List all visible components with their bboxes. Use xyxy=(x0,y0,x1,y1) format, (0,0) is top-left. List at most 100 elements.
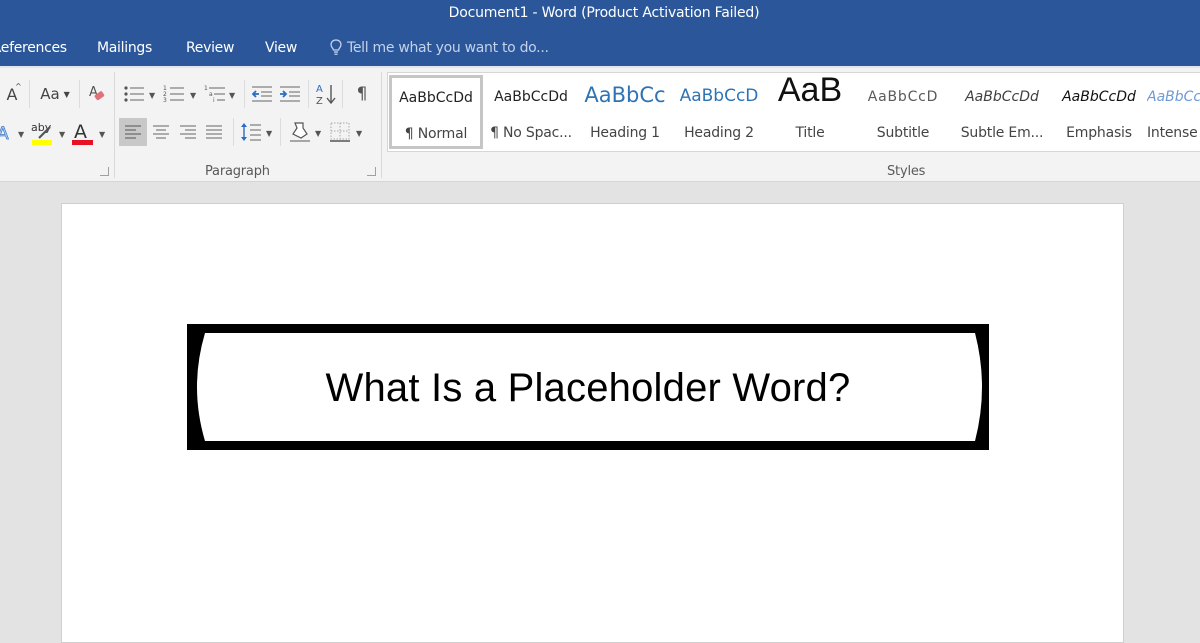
style-subtitle[interactable]: AaBbCcD Subtitle xyxy=(855,75,951,149)
style-no-spacing[interactable]: AaBbCcDd ¶ No Spac... xyxy=(485,75,577,149)
lightbulb-icon xyxy=(330,39,342,55)
chevron-down-icon[interactable]: ▼ xyxy=(229,91,235,100)
ribbon-tabs: References Mailings Review View Tell me … xyxy=(0,30,1200,66)
justify-button[interactable] xyxy=(201,118,227,146)
chevron-down-icon[interactable]: ▼ xyxy=(59,130,65,139)
style-name: Subtitle xyxy=(876,125,930,141)
divider xyxy=(233,118,234,146)
chevron-down-icon[interactable]: ▼ xyxy=(266,129,272,138)
style-name: ¶ No Spac... xyxy=(490,125,572,141)
text-effects-button[interactable]: A xyxy=(0,120,16,146)
document-workspace: What Is a Placeholder Word? xyxy=(0,183,1200,643)
divider xyxy=(244,80,245,108)
document-heading[interactable]: What Is a Placeholder Word? xyxy=(187,366,989,411)
justify-icon xyxy=(206,125,222,139)
group-separator xyxy=(114,72,115,178)
divider xyxy=(342,80,343,108)
font-color-button[interactable]: A xyxy=(70,118,96,148)
divider xyxy=(308,80,309,108)
divider xyxy=(79,80,80,108)
clear-formatting-icon: A xyxy=(89,85,105,101)
chevron-down-icon[interactable]: ▼ xyxy=(149,91,155,100)
svg-text:A: A xyxy=(0,124,9,144)
increase-indent-button[interactable] xyxy=(278,82,302,106)
group-separator xyxy=(381,72,382,178)
chevron-down-icon[interactable]: ▼ xyxy=(18,130,24,139)
style-preview: AaBbCcDd xyxy=(1062,89,1136,105)
change-case-icon: Aa xyxy=(40,85,60,103)
chevron-down-icon[interactable]: ▼ xyxy=(356,129,362,138)
paragraph-group-label: Paragraph xyxy=(205,164,270,179)
style-emphasis[interactable]: AaBbCcDd Emphasis xyxy=(1053,75,1145,149)
text-effects-icon: A xyxy=(0,124,9,144)
pilcrow-icon: ¶ xyxy=(356,84,368,104)
document-page[interactable]: What Is a Placeholder Word? xyxy=(61,203,1124,643)
show-formatting-marks-button[interactable]: ¶ xyxy=(350,82,374,106)
line-spacing-icon xyxy=(241,123,261,141)
decrease-indent-button[interactable] xyxy=(250,82,274,106)
divider xyxy=(280,118,281,146)
style-preview: AaBbCc xyxy=(584,83,666,107)
tab-view[interactable]: View xyxy=(265,40,297,56)
align-left-icon xyxy=(125,125,141,139)
style-intense-emphasis[interactable]: AaBbCcDd Intense xyxy=(1147,75,1200,149)
style-preview: AaBbCcDd xyxy=(1147,89,1200,105)
style-subtle-emphasis[interactable]: AaBbCcDd Subtle Em... xyxy=(953,75,1051,149)
style-name: Heading 2 xyxy=(684,125,754,141)
style-heading-1[interactable]: AaBbCc Heading 1 xyxy=(579,75,671,149)
style-preview: AaBbCcDd xyxy=(965,89,1039,105)
align-center-button[interactable] xyxy=(148,118,174,146)
heading-frame: What Is a Placeholder Word? xyxy=(187,324,989,450)
tell-me-placeholder: Tell me what you want to do... xyxy=(347,39,549,56)
ribbon: A ^ Aa ▼ A A ▼ aby ▼ A ▼ ▼ 123 ▼ 1ai ▼ A xyxy=(0,66,1200,182)
align-right-button[interactable] xyxy=(175,118,201,146)
style-name: Title xyxy=(795,125,825,141)
decrease-indent-icon xyxy=(251,86,272,102)
chevron-down-icon[interactable]: ▼ xyxy=(315,129,321,138)
style-preview: AaBbCcDd xyxy=(494,89,568,105)
window-title: Document1 - Word (Product Activation Fai… xyxy=(448,5,760,21)
borders-icon xyxy=(330,122,350,142)
line-spacing-button[interactable] xyxy=(239,119,263,145)
change-case-button[interactable]: Aa ▼ xyxy=(35,82,75,106)
style-preview: AaBbCcD xyxy=(679,86,759,106)
style-title[interactable]: AaB Title xyxy=(767,71,853,149)
tab-references[interactable]: References xyxy=(0,40,67,56)
increase-indent-icon xyxy=(280,86,300,102)
numbering-button[interactable]: 123 xyxy=(162,82,186,106)
multilevel-list-button[interactable]: 1ai xyxy=(203,82,227,106)
style-normal[interactable]: AaBbCcDd ¶ Normal xyxy=(389,75,483,149)
sort-button[interactable]: AZ xyxy=(314,81,338,107)
borders-button[interactable] xyxy=(327,118,353,146)
shading-button[interactable] xyxy=(287,118,313,146)
paragraph-dialog-launcher[interactable] xyxy=(367,167,376,176)
chevron-down-icon[interactable]: ▼ xyxy=(190,91,196,100)
style-name: Subtle Em... xyxy=(960,125,1044,141)
style-name: Heading 1 xyxy=(590,125,660,141)
clear-formatting-button[interactable]: A xyxy=(86,81,108,107)
tab-review[interactable]: Review xyxy=(186,40,234,56)
caret-up-icon: ^ xyxy=(15,82,22,91)
style-name: Emphasis xyxy=(1066,125,1132,141)
tell-me-search[interactable]: Tell me what you want to do... xyxy=(330,39,549,56)
highlight-button[interactable]: aby xyxy=(30,118,56,148)
grow-font-button[interactable]: A ^ xyxy=(2,82,22,106)
svg-text:3: 3 xyxy=(163,97,167,104)
font-dialog-launcher[interactable] xyxy=(100,167,109,176)
tab-mailings[interactable]: Mailings xyxy=(97,40,152,56)
highlighter-icon: aby xyxy=(31,121,52,145)
paint-bucket-icon xyxy=(290,122,310,142)
chevron-down-icon[interactable]: ▼ xyxy=(99,130,105,139)
bullet-list-icon xyxy=(124,86,144,102)
font-color-icon: A xyxy=(72,121,93,145)
svg-text:A: A xyxy=(74,121,87,143)
align-center-icon xyxy=(153,125,169,139)
align-left-button[interactable] xyxy=(119,118,147,146)
svg-text:i: i xyxy=(213,97,215,104)
divider xyxy=(29,80,30,108)
bullets-button[interactable] xyxy=(121,82,147,106)
style-preview: AaBbCcD xyxy=(867,89,939,105)
style-preview: AaBbCcDd xyxy=(399,90,473,106)
style-heading-2[interactable]: AaBbCcD Heading 2 xyxy=(673,75,765,149)
align-right-icon xyxy=(180,125,196,139)
